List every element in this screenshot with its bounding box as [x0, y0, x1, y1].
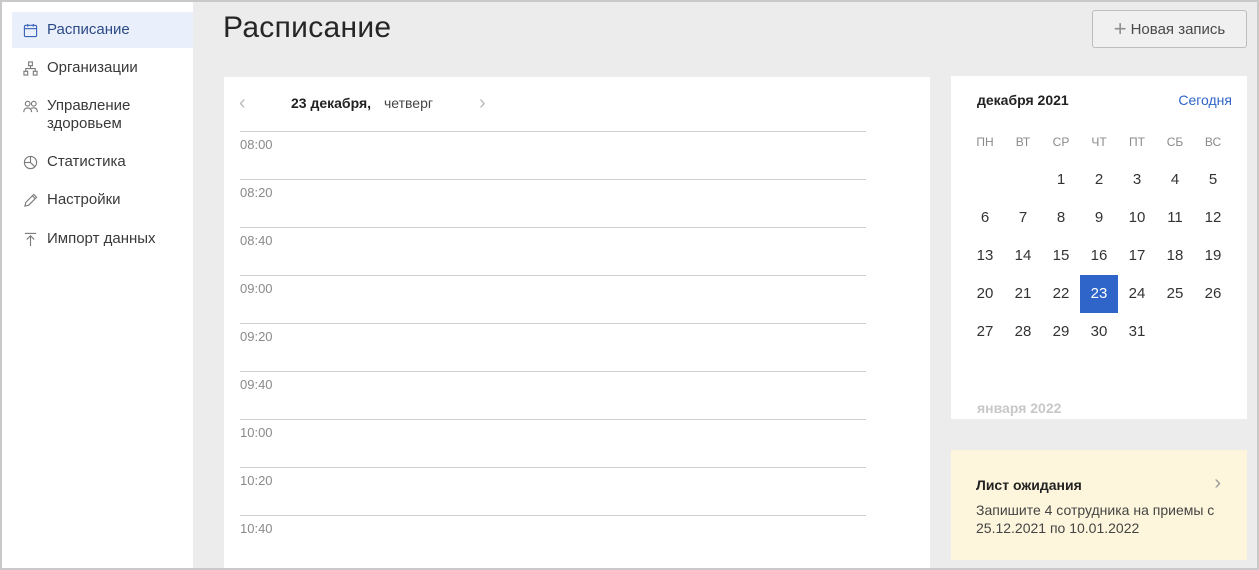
sidebar: Расписание Организации Управление здоров…: [2, 2, 193, 568]
time-slot[interactable]: 10:20: [240, 467, 866, 515]
calendar-day[interactable]: 5: [1194, 161, 1232, 199]
sidebar-item-label: Расписание: [47, 21, 130, 38]
sidebar-item-label: Управление здоровьем: [47, 97, 131, 132]
calendar-icon: [22, 22, 38, 38]
calendar-day[interactable]: 30: [1080, 313, 1118, 351]
new-appointment-button[interactable]: + Новая запись: [1092, 10, 1247, 48]
time-slot[interactable]: 08:40: [240, 227, 866, 275]
plus-icon: +: [1113, 16, 1127, 41]
time-slot[interactable]: 08:00: [240, 131, 866, 179]
time-label: 08:40: [240, 233, 273, 248]
waiting-list-title: Лист ожидания: [976, 477, 1082, 493]
time-slot[interactable]: 08:20: [240, 179, 866, 227]
page-title: Расписание: [223, 11, 392, 44]
calendar-day[interactable]: 2: [1080, 161, 1118, 199]
sidebar-item-import[interactable]: Импорт данных: [12, 221, 193, 257]
waiting-list-card[interactable]: Лист ожидания › Запишите 4 сотрудника на…: [951, 450, 1247, 560]
calendar-day[interactable]: 9: [1080, 199, 1118, 237]
people-icon: [22, 98, 38, 114]
sidebar-item-organizations[interactable]: Организации: [12, 50, 193, 86]
calendar-day-selected[interactable]: 23: [1080, 275, 1118, 313]
sidebar-item-label: Организации: [47, 59, 138, 76]
next-day-button[interactable]: ›: [479, 91, 486, 115]
time-slot[interactable]: 10:00: [240, 419, 866, 467]
calendar-day[interactable]: 28: [1004, 313, 1042, 351]
time-label: 10:40: [240, 521, 273, 536]
weekday-label: ЧТ: [1091, 135, 1107, 149]
today-link[interactable]: Сегодня: [1178, 92, 1232, 108]
calendar-day[interactable]: 24: [1118, 275, 1156, 313]
upload-icon: [22, 231, 38, 247]
calendar-day[interactable]: 11: [1156, 199, 1194, 237]
sidebar-item-statistics[interactable]: Статистика: [12, 144, 193, 180]
calendar-day[interactable]: 3: [1118, 161, 1156, 199]
new-appointment-label: Новая запись: [1130, 20, 1226, 38]
calendar-day[interactable]: 26: [1194, 275, 1232, 313]
time-label: 08:00: [240, 137, 273, 152]
calendar-day[interactable]: 7: [1004, 199, 1042, 237]
waiting-list-text: Запишите 4 сотрудника на приемы с 25.12.…: [976, 502, 1215, 536]
time-slot[interactable]: 09:20: [240, 323, 866, 371]
time-label: 08:20: [240, 185, 273, 200]
calendar-month: декабря 2021: [977, 92, 1069, 108]
calendar-day[interactable]: 14: [1004, 237, 1042, 275]
current-weekday: четверг: [384, 95, 433, 111]
time-slot[interactable]: 09:00: [240, 275, 866, 323]
calendar-day[interactable]: 15: [1042, 237, 1080, 275]
sidebar-item-label: Статистика: [47, 153, 126, 170]
calendar-day[interactable]: 6: [966, 199, 1004, 237]
time-label: 09:00: [240, 281, 273, 296]
weekday-label: СБ: [1166, 135, 1184, 149]
calendar-day[interactable]: 4: [1156, 161, 1194, 199]
weekday-label: ПН: [976, 135, 994, 149]
current-date: 23 декабря,: [291, 95, 372, 111]
calendar-day[interactable]: 16: [1080, 237, 1118, 275]
time-slot[interactable]: 10:40: [240, 515, 866, 563]
calendar-day[interactable]: 27: [966, 313, 1004, 351]
calendar-day[interactable]: 1: [1042, 161, 1080, 199]
time-label: 10:20: [240, 473, 273, 488]
sidebar-item-settings[interactable]: Настройки: [12, 182, 193, 218]
calendar-day[interactable]: 8: [1042, 199, 1080, 237]
prev-day-button[interactable]: ‹: [239, 91, 246, 115]
sidebar-item-label: Импорт данных: [47, 230, 156, 247]
schedule-panel: ‹ 23 декабря, четверг › 08:00 08:20 08:40 0…: [224, 77, 930, 570]
weekday-label: ВС: [1204, 135, 1222, 149]
time-label: 09:40: [240, 377, 273, 392]
calendar-day[interactable]: 20: [966, 275, 1004, 313]
weekday-label: ПТ: [1129, 135, 1145, 149]
calendar-day[interactable]: 22: [1042, 275, 1080, 313]
mini-calendar: декабря 2021 Сегодня ПН ВТ СР ЧТ ПТ СБ ВС 1 2 3 4 5…: [951, 76, 1247, 419]
next-month-label: января 2022: [977, 400, 1062, 416]
calendar-day[interactable]: 21: [1004, 275, 1042, 313]
calendar-day[interactable]: 29: [1042, 313, 1080, 351]
calendar-day[interactable]: 13: [966, 237, 1004, 275]
sidebar-item-schedule[interactable]: Расписание: [12, 12, 193, 48]
weekday-label: СР: [1052, 135, 1070, 149]
calendar-day[interactable]: 31: [1118, 313, 1156, 351]
pie-chart-icon: [22, 154, 38, 170]
sidebar-item-label: Настройки: [47, 191, 121, 208]
calendar-day[interactable]: 18: [1156, 237, 1194, 275]
time-label: 09:20: [240, 329, 273, 344]
time-slot[interactable]: 09:40: [240, 371, 866, 419]
time-label: 10:00: [240, 425, 273, 440]
calendar-day[interactable]: 19: [1194, 237, 1232, 275]
chevron-right-icon: ›: [1214, 472, 1221, 494]
calendar-day[interactable]: 10: [1118, 199, 1156, 237]
org-structure-icon: [22, 60, 38, 76]
calendar-day[interactable]: 12: [1194, 199, 1232, 237]
calendar-day[interactable]: 25: [1156, 275, 1194, 313]
day-navigator: ‹ 23 декабря, четверг ›: [224, 91, 524, 115]
sidebar-item-health[interactable]: Управление здоровьем: [12, 88, 193, 142]
pencil-icon: [22, 192, 38, 208]
calendar-day[interactable]: 17: [1118, 237, 1156, 275]
weekday-label: ВТ: [1015, 135, 1031, 149]
